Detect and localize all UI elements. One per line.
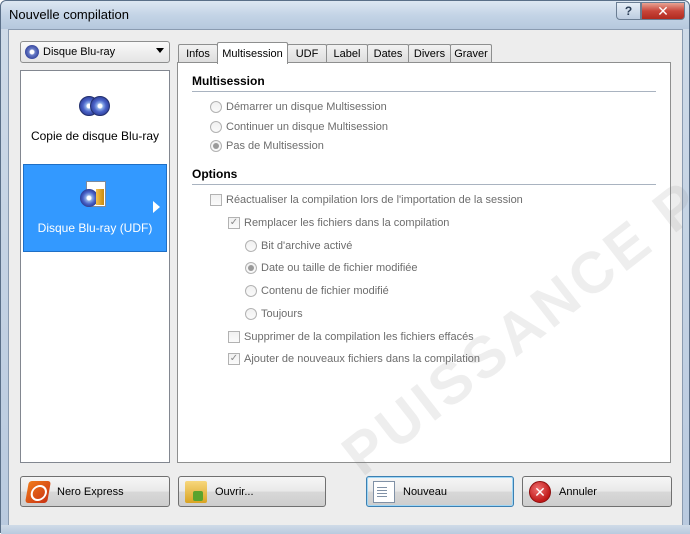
cancel-icon: ✕ <box>529 480 551 503</box>
open-label: Ouvrir... <box>215 485 254 498</box>
bluray-disc-icon <box>25 45 39 59</box>
checkbox[interactable]: ✓ <box>228 353 240 365</box>
media-type-dropdown[interactable]: Disque Blu-ray <box>20 41 170 63</box>
tab-label[interactable]: Label <box>326 44 368 63</box>
multisession-tab-panel: Multisession Démarrer un disque Multises… <box>177 62 671 463</box>
section-divider <box>192 91 656 92</box>
list-item-label: Copie de disque Blu-ray <box>30 129 160 143</box>
open-folder-icon <box>185 480 207 503</box>
radio-label: Toujours <box>261 308 303 320</box>
checkbox-add-new-files[interactable]: ✓ Ajouter de nouveaux fichiers dans la c… <box>228 353 480 365</box>
window-title: Nouvelle compilation <box>9 7 129 22</box>
tab-udf[interactable]: UDF <box>287 44 327 63</box>
open-button[interactable]: Ouvrir... <box>178 476 326 507</box>
selection-arrow-icon <box>153 201 160 213</box>
options-section-title: Options <box>192 167 238 181</box>
tab-dates[interactable]: Dates <box>367 44 409 63</box>
dialog-client-area: Disque Blu-ray Copie de disque Blu-ray D… <box>8 29 690 526</box>
help-button[interactable]: ? <box>616 2 641 20</box>
radio-button[interactable] <box>245 285 257 297</box>
dialog-window: Nouvelle compilation ? ✕ Disque Blu-ray … <box>0 0 690 534</box>
checkbox-label: Remplacer les fichiers dans la compilati… <box>244 217 450 229</box>
bluray-discs-icon <box>79 95 111 117</box>
checkbox-delete-removed[interactable]: Supprimer de la compilation les fichiers… <box>228 331 474 343</box>
list-item-bluray-copy[interactable]: Copie de disque Blu-ray <box>23 91 167 159</box>
radio-label: Pas de Multisession <box>226 140 324 152</box>
checkbox[interactable] <box>228 331 240 343</box>
checkbox-refresh-compilation[interactable]: Réactualiser la compilation lors de l'im… <box>210 194 523 206</box>
media-type-selected: Disque Blu-ray <box>43 46 116 58</box>
radio-date-or-size[interactable]: Date ou taille de fichier modifiée <box>245 262 418 274</box>
tab-infos[interactable]: Infos <box>178 44 218 63</box>
title-bar[interactable]: Nouvelle compilation ? ✕ <box>1 1 689 29</box>
radio-no-multisession[interactable]: Pas de Multisession <box>210 140 324 152</box>
tab-multisession[interactable]: Multisession <box>217 42 288 64</box>
radio-button[interactable] <box>245 240 257 252</box>
radio-label: Date ou taille de fichier modifiée <box>261 262 418 274</box>
list-item-label: Disque Blu-ray (UDF) <box>37 221 153 235</box>
chevron-down-icon[interactable] <box>156 48 164 53</box>
radio-content-modified[interactable]: Contenu de fichier modifié <box>245 285 389 297</box>
radio-always[interactable]: Toujours <box>245 308 303 320</box>
bluray-udf-icon <box>80 181 110 211</box>
new-document-icon <box>373 480 395 503</box>
radio-start-multisession[interactable]: Démarrer un disque Multisession <box>210 101 387 113</box>
compilation-type-list: Copie de disque Blu-ray Disque Blu-ray (… <box>20 70 170 463</box>
multisession-section-title: Multisession <box>192 74 265 88</box>
cancel-label: Annuler <box>559 485 597 498</box>
section-divider <box>192 184 656 185</box>
new-label: Nouveau <box>403 485 448 498</box>
nero-express-button[interactable]: Nero Express <box>20 476 170 507</box>
checkbox-replace-files[interactable]: ✓ Remplacer les fichiers dans la compila… <box>228 217 449 229</box>
checkbox-label: Supprimer de la compilation les fichiers… <box>244 331 474 343</box>
radio-archive-bit[interactable]: Bit d'archive activé <box>245 240 352 252</box>
radio-button[interactable] <box>210 121 222 133</box>
radio-label: Démarrer un disque Multisession <box>226 101 387 113</box>
checkbox[interactable] <box>210 194 222 206</box>
radio-continue-multisession[interactable]: Continuer un disque Multisession <box>210 121 388 133</box>
list-item-bluray-udf[interactable]: Disque Blu-ray (UDF) <box>23 164 167 252</box>
tab-divers[interactable]: Divers <box>408 44 451 63</box>
radio-button[interactable] <box>210 140 222 152</box>
radio-button[interactable] <box>245 262 257 274</box>
new-button[interactable]: Nouveau <box>366 476 514 507</box>
tab-graver[interactable]: Graver <box>450 44 492 63</box>
radio-button[interactable] <box>245 308 257 320</box>
checkbox-label: Réactualiser la compilation lors de l'im… <box>226 194 523 206</box>
cancel-button[interactable]: ✕ Annuler <box>522 476 672 507</box>
checkbox[interactable]: ✓ <box>228 217 240 229</box>
checkbox-label: Ajouter de nouveaux fichiers dans la com… <box>244 353 481 365</box>
radio-button[interactable] <box>210 101 222 113</box>
nero-express-icon <box>25 480 51 503</box>
nero-express-label: Nero Express <box>57 485 124 498</box>
close-button[interactable]: ✕ <box>641 2 685 20</box>
radio-label: Contenu de fichier modifié <box>261 285 389 297</box>
radio-label: Continuer un disque Multisession <box>226 121 389 133</box>
radio-label: Bit d'archive activé <box>261 240 353 252</box>
